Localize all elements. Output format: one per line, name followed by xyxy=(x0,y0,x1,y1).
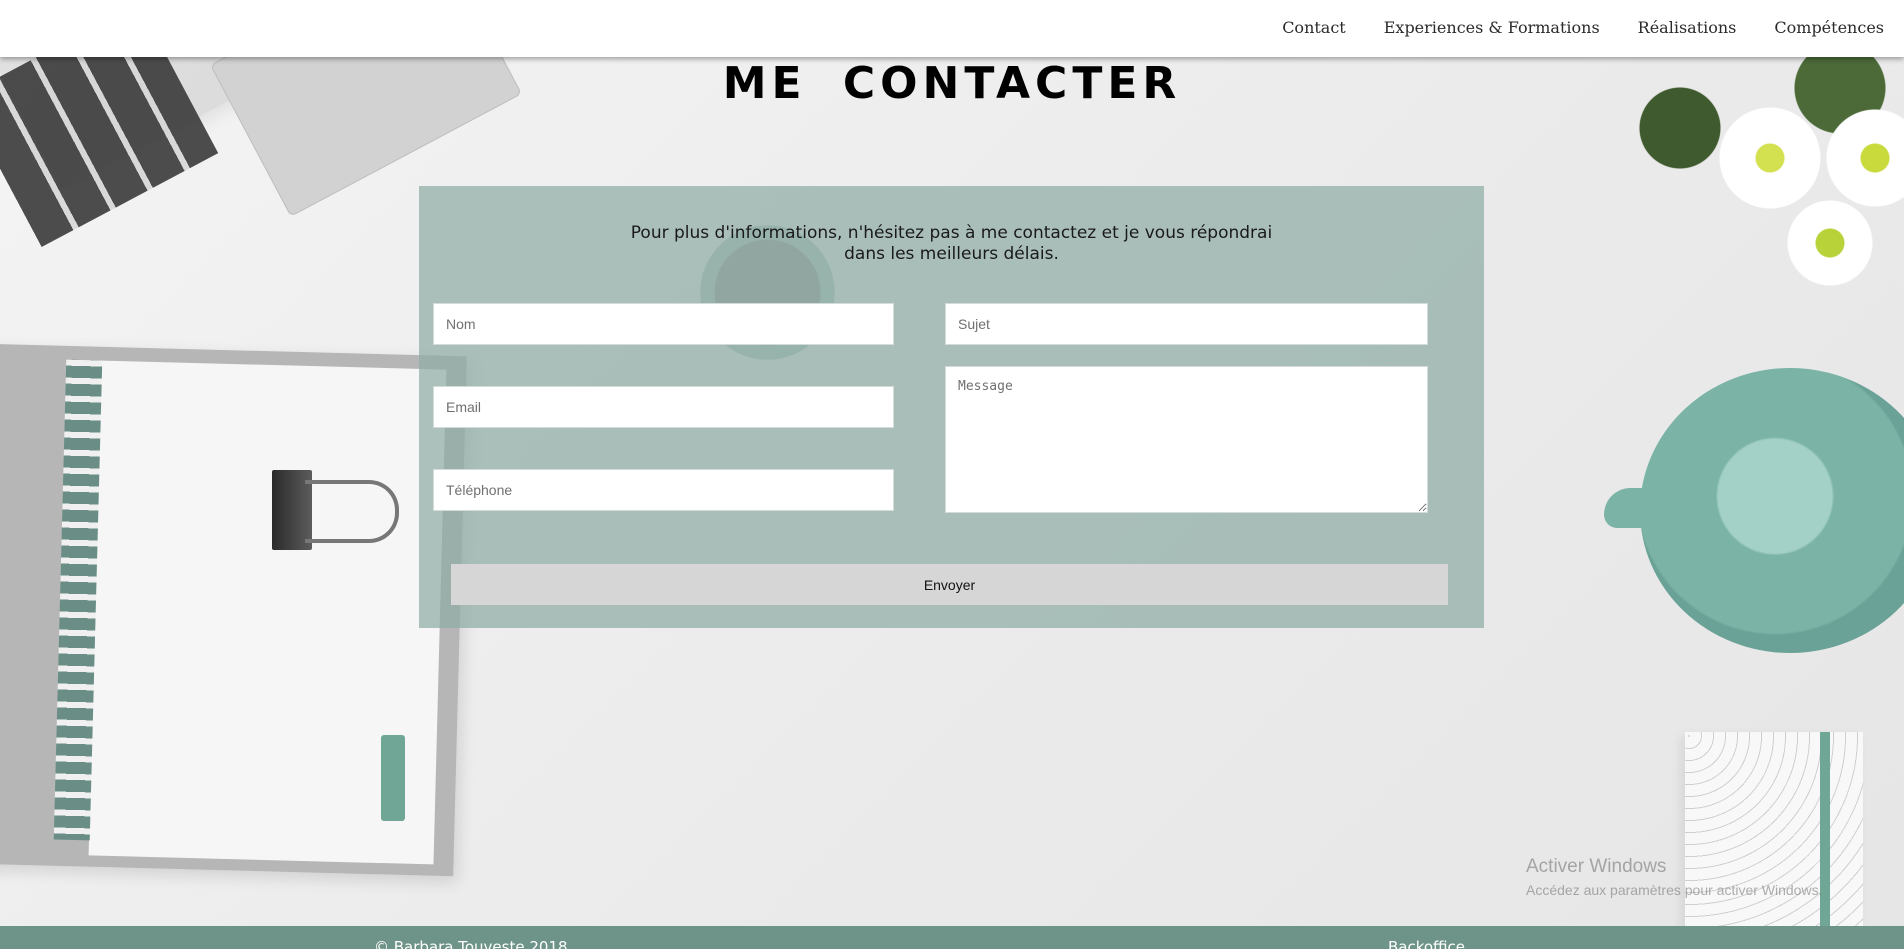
phone-input[interactable] xyxy=(433,469,894,511)
dotted-notepad-image xyxy=(1685,732,1863,949)
eraser-image xyxy=(381,735,405,821)
notepad-band-image xyxy=(1820,732,1830,949)
send-button[interactable]: Envoyer xyxy=(451,564,1448,605)
email-input[interactable] xyxy=(433,386,894,428)
nav-link-competences[interactable]: Compétences xyxy=(1774,18,1884,37)
name-input[interactable] xyxy=(433,303,894,345)
contact-intro-text: Pour plus d'informations, n'hésitez pas … xyxy=(630,223,1273,264)
nav-menu: Contact Experiences & Formations Réalisa… xyxy=(1282,18,1884,37)
nav-link-realisations[interactable]: Réalisations xyxy=(1638,18,1737,37)
footer-backoffice-link[interactable]: Backoffice xyxy=(1388,938,1465,949)
nav-link-experiences-formations[interactable]: Experiences & Formations xyxy=(1384,18,1600,37)
page-footer: © Barbara Touveste 2018 Backoffice xyxy=(0,926,1904,949)
watermark-subtitle: Accédez aux paramètres pour activer Wind… xyxy=(1526,882,1823,898)
top-navbar: Contact Experiences & Formations Réalisa… xyxy=(0,0,1904,57)
nav-link-contact[interactable]: Contact xyxy=(1282,18,1346,37)
subject-input[interactable] xyxy=(945,303,1428,345)
page-title: ME CONTACTER xyxy=(722,58,1182,109)
contact-form: Pour plus d'informations, n'hésitez pas … xyxy=(419,186,1484,628)
footer-copyright: © Barbara Touveste 2018 xyxy=(374,938,568,949)
watermark-title: Activer Windows xyxy=(1526,856,1667,877)
teapot-image xyxy=(1640,368,1904,653)
binder-clip-wire-image xyxy=(305,480,399,543)
message-textarea[interactable] xyxy=(945,366,1428,513)
windows-activation-watermark: Activer Windows Accédez aux paramètres p… xyxy=(1526,856,1822,898)
